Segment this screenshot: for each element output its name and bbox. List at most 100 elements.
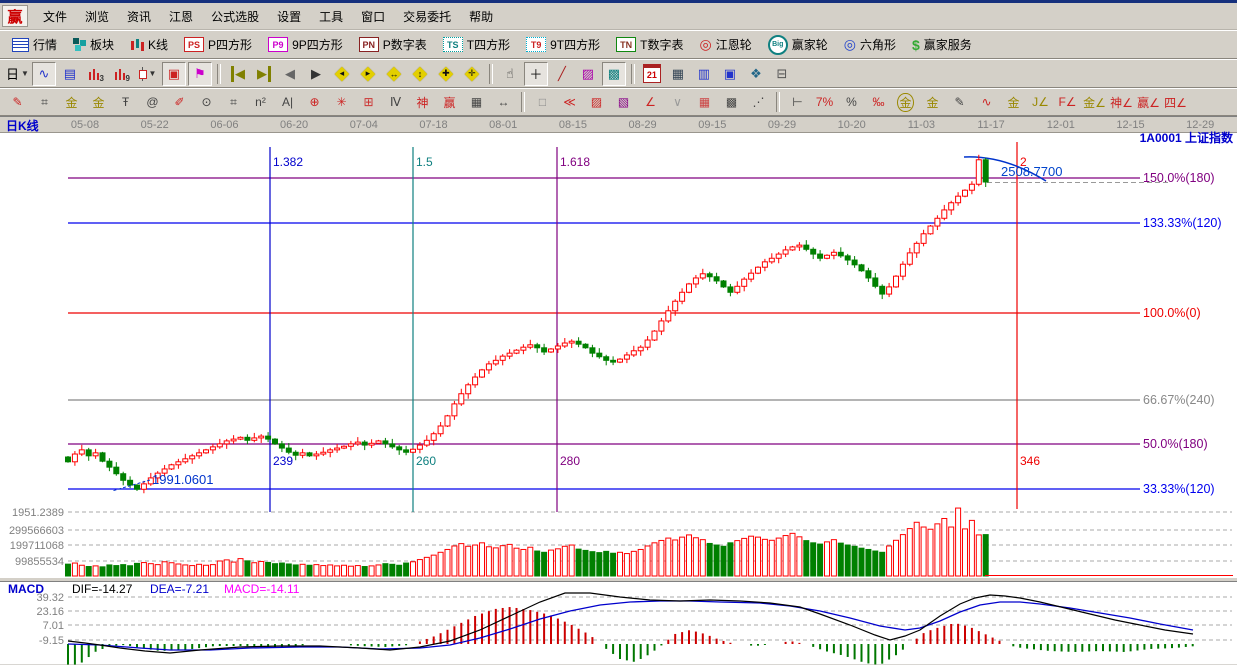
gann-shape-tool[interactable]: ▨ [576,62,600,86]
zigzag-tool[interactable]: ∿ [32,62,56,86]
menu-item-0[interactable]: 文件 [34,5,76,28]
f-angle-tool[interactable]: F∠ [1055,90,1080,114]
macd-scale-label: 39.32 [36,592,64,604]
text-tool[interactable]: A| [275,90,300,114]
brush-k-tool[interactable]: ✐ [167,90,192,114]
feature-sectors[interactable]: 板块 [65,31,122,59]
gold-fan-a-tool[interactable]: 金 [59,90,84,114]
wave-a-tool[interactable]: ∿ [974,90,999,114]
crosshair-tool[interactable]: ＋ [524,62,548,86]
menu-item-6[interactable]: 工具 [310,5,352,28]
brush-red-tool[interactable]: ✎ [5,90,30,114]
feature-winner-wheel[interactable]: Big赢家轮 [760,31,836,59]
save-tool[interactable]: ▣ [718,62,742,86]
notes-tool[interactable]: ▥ [692,62,716,86]
menu-item-1[interactable]: 浏览 [76,5,118,28]
f-ruler-tool[interactable]: Ŧ [113,90,138,114]
menu-item-9[interactable]: 帮助 [460,5,502,28]
pan-left-diamond[interactable]: ◆◂ [330,62,354,86]
info-note-tool[interactable]: ▤ [58,62,82,86]
percent-tool[interactable]: % [839,90,864,114]
spiral-tool[interactable]: @ [140,90,165,114]
fan-lines-tool[interactable]: ≪ [557,90,582,114]
hand-tool[interactable]: ☝ [498,62,522,86]
feature-hexagon[interactable]: ◎六角形 [836,31,904,59]
time-cycle-tool[interactable]: ⊙ [194,90,219,114]
volume-bar [693,538,698,576]
gold-bars-tool[interactable]: 金 [920,90,945,114]
gold-under-tool[interactable]: 金 [1001,90,1026,114]
gold-angle-tool[interactable]: 金∠ [1082,90,1107,114]
flag-filter-tool[interactable]: ⚑ [188,62,212,86]
last-button[interactable]: ▶ [252,62,276,86]
percent-7-tool[interactable]: 7% [812,90,837,114]
fan-box-tool[interactable]: ▨ [584,90,609,114]
span-arrow-tool[interactable]: ↔ [491,90,516,114]
target-tool[interactable]: ⊕ [302,90,327,114]
feature-p-number-table[interactable]: PNP数字表 [351,31,435,59]
shen-grid-tool[interactable]: 神 [410,90,435,114]
menu-item-8[interactable]: 交易委托 [394,5,460,28]
parallel-lines-tool[interactable]: ⋰ [746,90,771,114]
pattern-box-tool[interactable]: ▣ [162,62,186,86]
feature-9p-square[interactable]: P99P四方形 [260,31,351,59]
menu-item-2[interactable]: 资讯 [118,5,160,28]
trendline-tool[interactable]: ╱ [550,62,574,86]
expand-diamond[interactable]: ◆↔ [382,62,406,86]
grid-123-tool[interactable]: ▦ [464,90,489,114]
menu-item-7[interactable]: 窗口 [352,5,394,28]
grid-dots-box-tool[interactable]: ▩ [719,90,744,114]
pan-right-diamond[interactable]: ◆▸ [356,62,380,86]
fan-box-dark-tool[interactable]: ▧ [611,90,636,114]
feature-quotes[interactable]: 行情 [4,31,65,59]
zoom-in-diamond[interactable]: ◆✚ [434,62,458,86]
v-wave-tool[interactable]: ∨ [665,90,690,114]
share-tool[interactable]: ❖ [744,62,768,86]
grid-dots-tool[interactable]: ▦ [692,90,717,114]
shen-angle-tool[interactable]: 神∠ [1109,90,1134,114]
feature-p-square[interactable]: PSP四方形 [176,31,260,59]
gann-hash-tool[interactable]: ⌗ [32,90,57,114]
feature-9t-square[interactable]: T99T四方形 [518,31,608,59]
bars-3-tool[interactable]: 3 [84,62,108,86]
next-button[interactable]: ▶ [304,62,328,86]
first-button[interactable]: ◀ [226,62,250,86]
bars-9-tool[interactable]: 9 [110,62,134,86]
web-star-tool[interactable]: ✳ [329,90,354,114]
ying-angle-tool[interactable]: 赢∠ [1136,90,1161,114]
candle-style-dropdown[interactable]: ▼ [136,62,160,86]
j-angle-tool[interactable]: J∠ [1028,90,1053,114]
feature-kline[interactable]: K线 [122,31,176,59]
print-tool[interactable]: ⊟ [770,62,794,86]
n-square-tool[interactable]: n² [248,90,273,114]
calculator-tool[interactable]: ▦ [666,62,690,86]
ruler-steps-tool[interactable]: ⊢ [785,90,810,114]
chart-canvas[interactable]: 05-0805-2206-0606-2007-0407-1808-0108-15… [0,116,1237,665]
angle-lines-tool[interactable]: ∠ [638,90,663,114]
feature-t-number-table[interactable]: TNT数字表 [608,31,691,59]
volume-bar [480,543,485,576]
menu-item-3[interactable]: 江恩 [160,5,202,28]
period-day-dropdown[interactable]: 日▼ [5,62,30,86]
percent-line-tool[interactable]: ‰ [866,90,891,114]
menu-item-5[interactable]: 设置 [268,5,310,28]
brain-tool[interactable]: ▩ [602,62,626,86]
brush-line-tool[interactable]: ✎ [947,90,972,114]
ying-grid-tool[interactable]: 赢 [437,90,462,114]
app-logo[interactable]: 赢 [2,5,28,27]
gold-circle-tool[interactable]: 金 [893,90,918,114]
prev-button[interactable]: ◀ [278,62,302,86]
feature-winner-service[interactable]: $赢家服务 [904,31,980,59]
hash-tool[interactable]: ⌗ [221,90,246,114]
box-select-tool[interactable]: □ [530,90,555,114]
si-angle-tool[interactable]: 四∠ [1163,90,1188,114]
web-box-tool[interactable]: ⊞ [356,90,381,114]
calendar-tool[interactable]: 21 [640,62,664,86]
feature-gann-wheel[interactable]: ◎江恩轮 [691,31,759,59]
zoom-out-diamond[interactable]: ◆✛ [460,62,484,86]
menu-item-4[interactable]: 公式选股 [202,5,268,28]
compress-diamond[interactable]: ◆↕ [408,62,432,86]
gold-fan-b-tool[interactable]: 金 [86,90,111,114]
zigzag-kn-tool[interactable]: Ⅳ [383,90,408,114]
feature-t-square[interactable]: TST四方形 [435,31,518,59]
